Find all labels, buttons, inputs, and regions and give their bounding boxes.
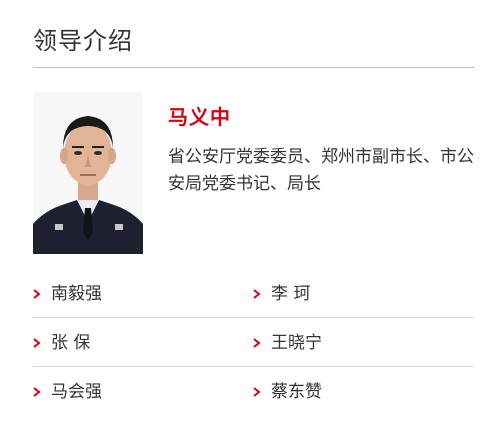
member-link[interactable]: 李 珂 [253, 279, 433, 309]
section-title: 领导介绍 [33, 27, 133, 55]
chevron-right-icon [33, 338, 41, 348]
leader-title: 省公安厅党委委员、郑州市副市长、市公安局党委书记、局长 [168, 147, 474, 194]
row-divider [33, 317, 474, 318]
chevron-right-icon [253, 387, 261, 397]
member-link[interactable]: 张 保 [33, 328, 213, 358]
leader-name[interactable]: 马义中 [168, 103, 231, 131]
member-link[interactable]: 南毅强 [33, 279, 213, 309]
leadership-panel: 领导介绍 马义中 省公安厅党委委员、郑州市副市长、市公安局党委书记、局长 南毅强… [0, 0, 488, 427]
member-name: 蔡东赞 [271, 382, 322, 402]
chevron-right-icon [253, 338, 261, 348]
leader-photo[interactable] [33, 92, 143, 254]
header-divider [33, 67, 474, 68]
member-link[interactable]: 蔡东赞 [253, 377, 433, 407]
member-name: 马会强 [51, 382, 102, 402]
member-name: 李 珂 [271, 284, 311, 304]
row-divider [33, 366, 474, 367]
chevron-right-icon [33, 289, 41, 299]
member-name: 王晓宁 [271, 333, 322, 353]
member-link[interactable]: 马会强 [33, 377, 213, 407]
member-name: 南毅强 [51, 284, 102, 304]
chevron-right-icon [253, 289, 261, 299]
member-name: 张 保 [51, 333, 91, 353]
chevron-right-icon [33, 387, 41, 397]
member-link[interactable]: 王晓宁 [253, 328, 433, 358]
